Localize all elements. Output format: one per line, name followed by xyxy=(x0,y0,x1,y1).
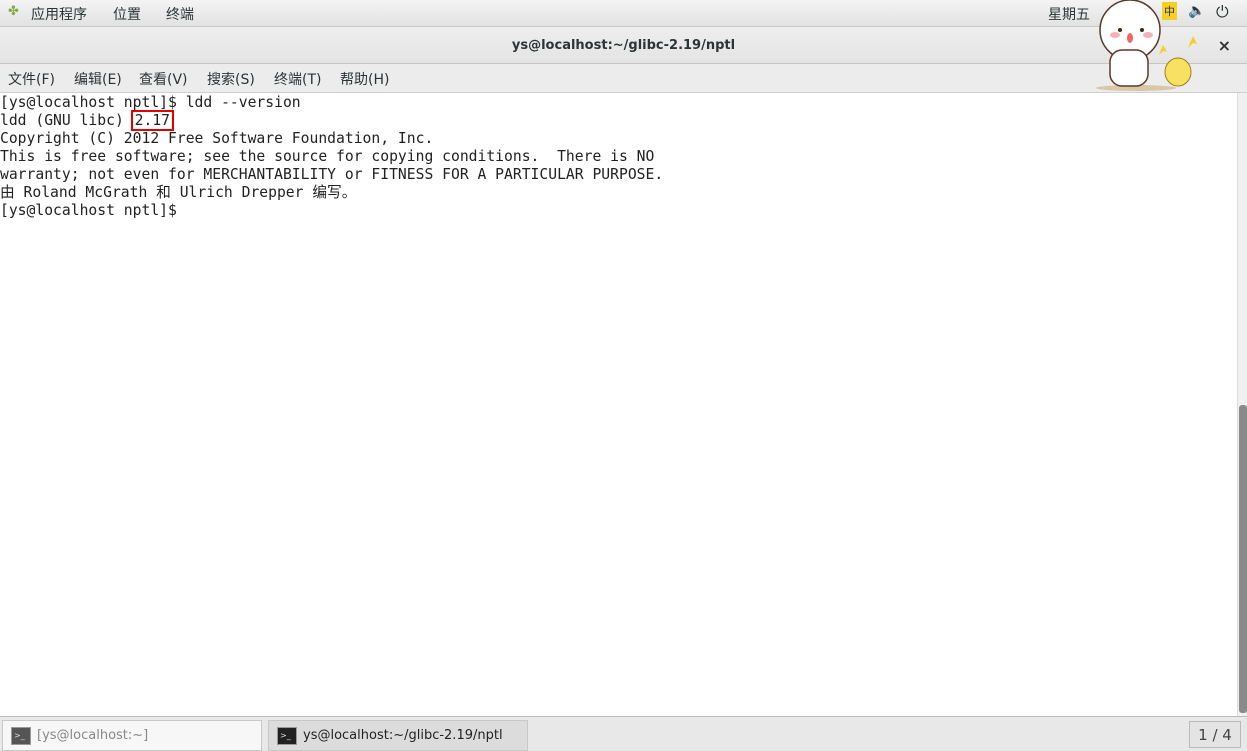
window-title: ys@localhost:~/glibc-2.19/nptl xyxy=(511,38,736,53)
places-menu[interactable]: 位置 xyxy=(113,4,141,24)
task-label: [ys@localhost:~] xyxy=(37,728,149,743)
menu-bar: 文件(F) 编辑(E) 查看(V) 搜索(S) 终端(T) 帮助(H) xyxy=(0,64,1247,93)
workspace-pager[interactable]: 1 / 4 xyxy=(1189,721,1241,748)
menu-file[interactable]: 文件(F) xyxy=(8,69,55,89)
task-nptl-terminal[interactable]: >_ ys@localhost:~/glibc-2.19/nptl xyxy=(268,720,528,751)
terminal-icon: >_ xyxy=(277,726,297,745)
menu-help[interactable]: 帮助(H) xyxy=(340,69,389,89)
terminal-prompt: [ys@localhost nptl]$ xyxy=(0,202,186,219)
menu-terminal[interactable]: 终端(T) xyxy=(274,69,321,89)
power-icon[interactable]: ⏻ xyxy=(1216,2,1229,22)
clock[interactable]: 星期五 xyxy=(1048,4,1090,24)
scrollbar-thumb[interactable] xyxy=(1239,405,1247,713)
menu-search[interactable]: 搜索(S) xyxy=(207,69,255,89)
window-titlebar: ys@localhost:~/glibc-2.19/nptl × xyxy=(0,27,1247,64)
scrollbar[interactable] xyxy=(1237,93,1247,716)
activities-logo-icon: ✤ xyxy=(8,4,19,19)
menu-view[interactable]: 查看(V) xyxy=(139,69,188,89)
terminal-line: ldd (GNU libc) 2.17 xyxy=(0,110,1237,131)
terminal-output[interactable]: [ys@localhost nptl]$ ldd --version ldd (G… xyxy=(0,93,1237,716)
terminal-line: warranty; not even for MERCHANTABILITY o… xyxy=(0,166,664,183)
terminal-line: Copyright (C) 2012 Free Software Foundat… xyxy=(0,130,434,147)
mascot-sticker-icon xyxy=(1096,0,1197,91)
task-label: ys@localhost:~/glibc-2.19/nptl xyxy=(303,728,503,743)
applications-menu[interactable]: 应用程序 xyxy=(31,4,87,24)
top-panel: ✤ 应用程序 位置 终端 星期五 中 🔈 ⏻ xyxy=(0,0,1247,27)
terminal-icon: >_ xyxy=(11,726,31,745)
terminal-line: [ys@localhost nptl]$ ldd --version xyxy=(0,94,301,111)
taskbar: >_ [ys@localhost:~] >_ ys@localhost:~/glib… xyxy=(0,716,1247,751)
menu-edit[interactable]: 编辑(E) xyxy=(74,69,122,89)
task-home-terminal[interactable]: >_ [ys@localhost:~] xyxy=(2,720,262,751)
terminal-line: 由 Roland McGrath 和 Ulrich Drepper 编写。 xyxy=(0,184,357,201)
terminal-app-menu[interactable]: 终端 xyxy=(166,4,194,24)
close-icon[interactable]: × xyxy=(1218,27,1231,64)
version-highlight: 2.17 xyxy=(130,110,175,131)
terminal-line: This is free software; see the source fo… xyxy=(0,148,655,165)
terminal-line-text: ldd (GNU libc) xyxy=(0,112,133,129)
